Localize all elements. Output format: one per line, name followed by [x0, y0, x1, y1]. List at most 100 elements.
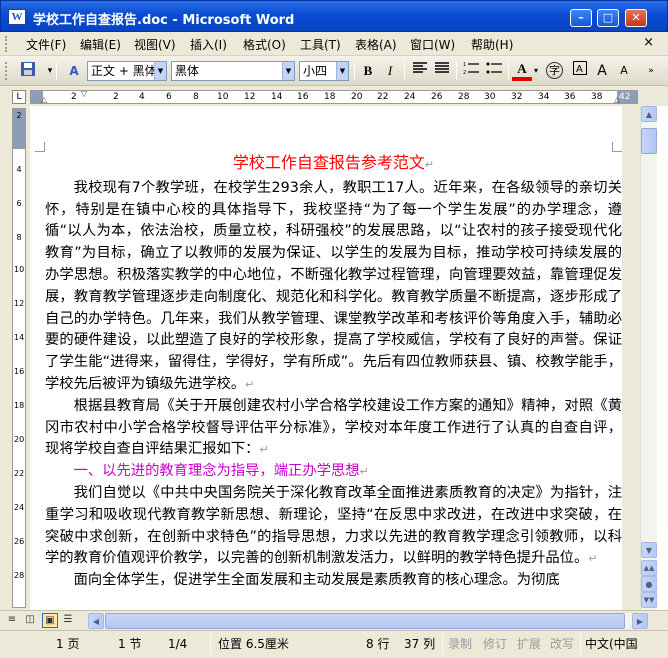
grow-font-icon[interactable]: A — [592, 61, 612, 81]
page-right-margin — [622, 106, 640, 610]
paragraph-4: 面向全体学生，促进学生全面发展和主动发展是素质教育的核心理念。为彻底 — [73, 572, 560, 589]
horizontal-scroll-thumb[interactable] — [105, 613, 625, 629]
ruler-label: 14 — [271, 92, 283, 102]
phonetic-guide-icon[interactable]: 字 — [546, 62, 563, 79]
first-line-indent-marker[interactable]: ▽ — [81, 89, 87, 98]
bullets-icon[interactable] — [484, 61, 504, 81]
style-combo-value: 正文 + 黑体 — [91, 64, 157, 78]
toolbar-options-arrow-icon[interactable]: ▾ — [40, 61, 60, 81]
vertical-scroll-thumb[interactable] — [641, 128, 657, 154]
document-page[interactable]: 学校工作自查报告参考范文↵ 我校现有7个教学班，在校学生293余人，教职工17人… — [30, 106, 622, 610]
outline-view-icon[interactable]: ☰ — [60, 613, 76, 628]
ruler-label: 38 — [591, 92, 603, 102]
status-track-changes[interactable]: 修订 — [483, 635, 507, 653]
vruler-label: 4 — [16, 165, 22, 174]
status-language[interactable]: 中文(中国 — [585, 635, 638, 653]
ruler-label: 26 — [431, 92, 443, 102]
styles-pane-icon[interactable]: A — [64, 61, 84, 81]
status-separator — [210, 634, 211, 654]
scroll-right-icon[interactable]: ▶ — [632, 613, 648, 629]
vruler-label: 12 — [14, 299, 25, 308]
char-shading-icon[interactable]: A — [570, 61, 590, 81]
vruler-label: 14 — [14, 333, 25, 342]
menu-table[interactable]: 表格(A) — [355, 36, 397, 53]
horizontal-scrollbar[interactable]: ◀ ▶ — [88, 613, 648, 629]
chevron-down-icon[interactable]: ▼ — [154, 62, 166, 80]
ruler-label: 8 — [193, 92, 199, 102]
svg-text:A: A — [576, 64, 583, 75]
ruler-label: 28 — [458, 92, 470, 102]
save-icon[interactable] — [18, 61, 38, 81]
menu-window[interactable]: 窗口(W) — [410, 36, 455, 53]
vertical-ruler[interactable]: 2 4 6 8 10 12 14 16 18 20 22 24 26 28 — [12, 108, 26, 608]
align-justify-icon[interactable] — [432, 61, 452, 81]
document-title: 学校工作自查报告参考范文↵ — [232, 153, 435, 172]
maximize-button[interactable]: □ — [597, 9, 619, 27]
menubar-grip[interactable] — [5, 36, 8, 52]
close-button[interactable]: ✕ — [625, 9, 647, 27]
status-position: 位置 6.5厘米 — [218, 637, 289, 651]
right-indent-marker[interactable]: △ — [614, 95, 620, 104]
ruler-label: 16 — [297, 92, 309, 102]
status-line: 8 行 — [366, 637, 390, 651]
status-record-macro[interactable]: 录制 — [448, 635, 472, 653]
style-combo[interactable]: 正文 + 黑体 ▼ — [87, 61, 167, 81]
toolbar-separator — [56, 62, 57, 80]
status-separator — [580, 634, 581, 654]
status-column: 37 列 — [404, 637, 436, 651]
ruler-label: 4 — [139, 92, 145, 102]
vertical-scrollbar[interactable]: ▲ ▼ ▲▲ ● ▼▼ — [640, 106, 657, 610]
status-overtype[interactable]: 改写 — [550, 635, 574, 653]
minimize-button[interactable]: – — [570, 9, 592, 27]
horizontal-ruler[interactable]: 2 2 4 6 8 10 12 14 16 18 20 22 24 26 28 … — [30, 89, 638, 104]
scroll-up-icon[interactable]: ▲ — [641, 106, 657, 122]
close-document-icon[interactable]: × — [643, 35, 654, 50]
toolbar-separator — [508, 62, 509, 80]
chevron-down-icon[interactable]: ▼ — [336, 62, 348, 80]
status-extend[interactable]: 扩展 — [517, 635, 541, 653]
document-body[interactable]: 学校工作自查报告参考范文↵ 我校现有7个教学班，在校学生293余人，教职工17人… — [45, 152, 622, 592]
tab-selector-icon[interactable]: L — [12, 90, 26, 104]
window-title: 学校工作自查报告.doc - Microsoft Word — [33, 13, 295, 28]
italic-button[interactable]: I — [380, 61, 400, 81]
vruler-label: 24 — [14, 503, 25, 512]
vruler-label: 26 — [14, 537, 25, 546]
ruler-label: 18 — [324, 92, 336, 102]
menu-help[interactable]: 帮助(H) — [471, 36, 513, 53]
chevron-down-icon[interactable]: ▾ — [531, 61, 541, 81]
shrink-font-icon[interactable]: A — [614, 61, 634, 81]
menu-view[interactable]: 视图(V) — [134, 36, 176, 53]
paragraph-2: 根据县教育局《关于开展创建农村小学合格学校建设工作方案的通知》精神，对照《黄冈市… — [45, 397, 622, 458]
font-combo[interactable]: 黑体 ▼ — [171, 61, 295, 81]
word-app-icon[interactable]: W — [8, 9, 26, 25]
bold-button[interactable]: B — [358, 61, 378, 81]
ruler-label: 20 — [351, 92, 363, 102]
vruler-label: 10 — [14, 265, 25, 274]
chevron-down-icon[interactable]: ▼ — [282, 62, 294, 80]
toolbar-grip[interactable] — [5, 62, 8, 80]
align-left-icon[interactable] — [410, 61, 430, 81]
font-color-button[interactable]: A — [512, 61, 532, 81]
numbering-icon[interactable]: 12 — [461, 61, 481, 81]
hanging-indent-marker[interactable]: △ — [41, 95, 47, 104]
vruler-label: 28 — [14, 571, 25, 580]
select-browse-object-icon[interactable]: ● — [641, 576, 657, 592]
menu-file[interactable]: 文件(F) — [26, 36, 66, 53]
next-page-icon[interactable]: ▼▼ — [641, 592, 657, 608]
ruler-label: 30 — [484, 92, 496, 102]
vruler-label: 6 — [16, 199, 22, 208]
menu-tools[interactable]: 工具(T) — [300, 36, 341, 53]
normal-view-icon[interactable]: ≡ — [4, 613, 20, 628]
scroll-left-icon[interactable]: ◀ — [88, 613, 104, 629]
toolbar-overflow-icon[interactable]: » — [644, 61, 658, 81]
ruler-label: 2 — [113, 92, 119, 102]
menu-format[interactable]: 格式(O) — [243, 36, 286, 53]
status-page: 1 页 — [56, 637, 80, 651]
print-layout-view-icon[interactable]: ▣ — [42, 613, 58, 628]
previous-page-icon[interactable]: ▲▲ — [641, 560, 657, 576]
font-size-combo[interactable]: 小四 ▼ — [299, 61, 349, 81]
menu-insert[interactable]: 插入(I) — [190, 36, 227, 53]
menu-edit[interactable]: 编辑(E) — [80, 36, 121, 53]
web-layout-view-icon[interactable]: ◫ — [22, 613, 38, 628]
scroll-down-icon[interactable]: ▼ — [641, 542, 657, 558]
